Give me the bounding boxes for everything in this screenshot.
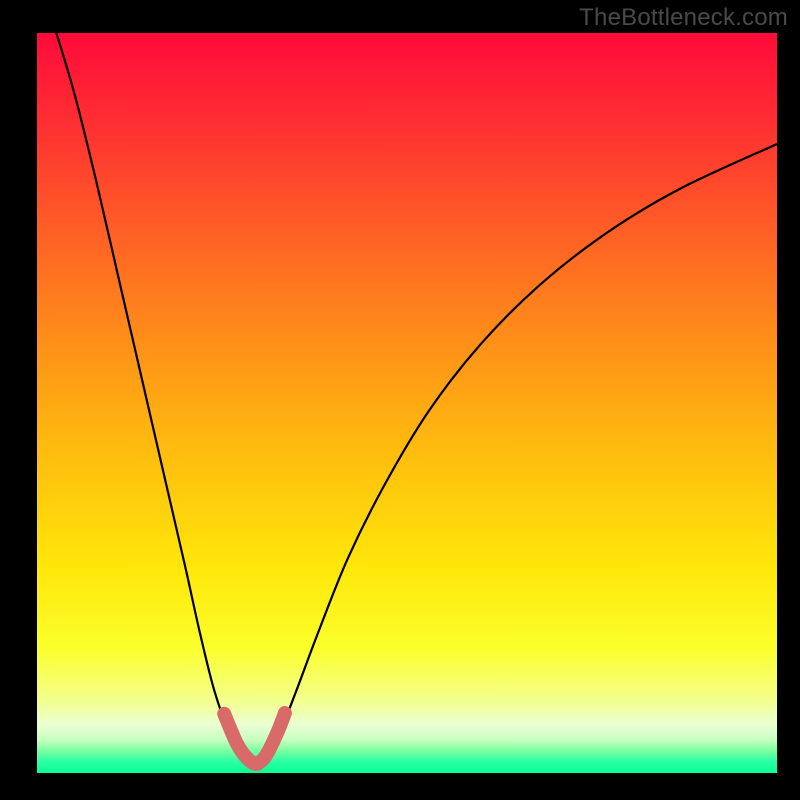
chart-frame: TheBottleneck.com (0, 0, 800, 800)
watermark-text: TheBottleneck.com (579, 4, 788, 32)
bottleneck-chart (0, 0, 800, 800)
